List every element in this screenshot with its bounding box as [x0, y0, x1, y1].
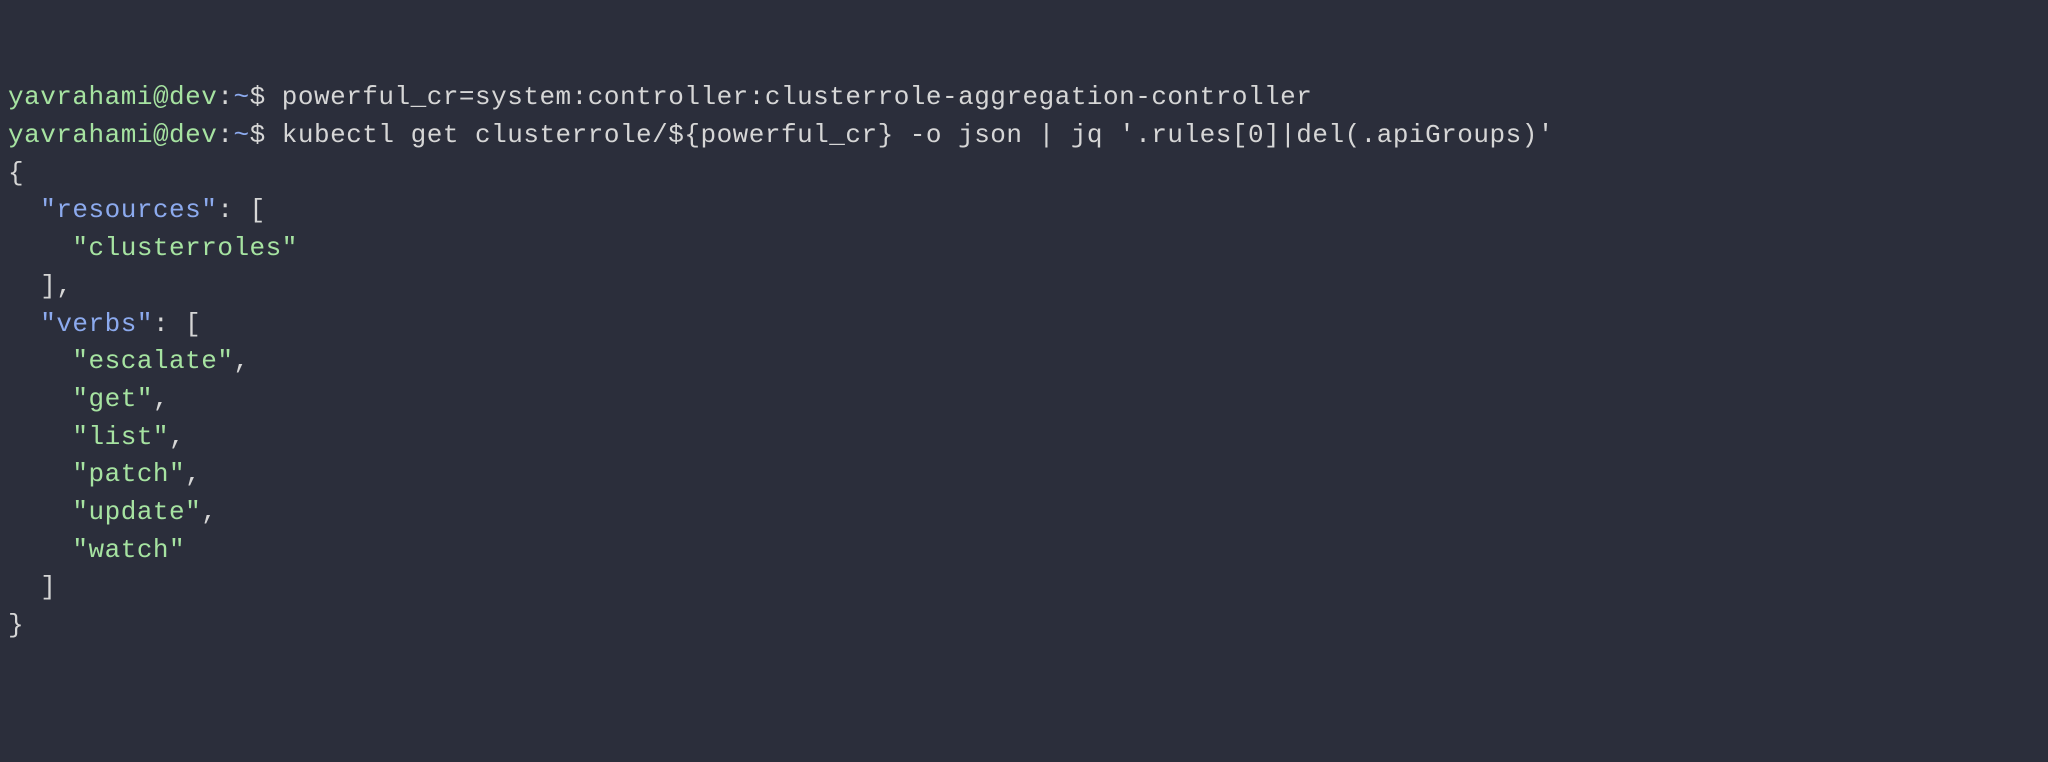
- json-resources-close: ],: [40, 271, 72, 301]
- command-1-text: powerful_cr=system:controller:clusterrol…: [282, 82, 1313, 112]
- prompt-symbol: $: [250, 82, 266, 112]
- prompt-host: dev: [169, 120, 217, 150]
- json-val-resources-0: "clusterroles": [72, 233, 297, 263]
- command-2: [266, 120, 282, 150]
- json-comma: ,: [233, 346, 249, 376]
- prompt-colon: :: [217, 82, 233, 112]
- terminal-output: yavrahami@dev:~$ powerful_cr=system:cont…: [8, 79, 2040, 644]
- json-punct: : [: [153, 309, 201, 339]
- prompt-colon: :: [217, 120, 233, 150]
- json-key-verbs: "verbs": [40, 309, 153, 339]
- json-val-verbs-4: "update": [72, 497, 201, 527]
- json-val-verbs-3: "patch": [72, 459, 185, 489]
- json-val-verbs-1: "get": [72, 384, 153, 414]
- prompt-user: yavrahami: [8, 82, 153, 112]
- prompt-at: @: [153, 82, 169, 112]
- json-val-verbs-0: "escalate": [72, 346, 233, 376]
- prompt-line-2[interactable]: yavrahami@dev:~$ kubectl get clusterrole…: [8, 120, 1554, 150]
- prompt-at: @: [153, 120, 169, 150]
- json-comma: ,: [153, 384, 169, 414]
- json-punct: : [: [217, 195, 265, 225]
- prompt-line-1[interactable]: yavrahami@dev:~$ powerful_cr=system:cont…: [8, 82, 1312, 112]
- prompt-symbol: $: [250, 120, 266, 150]
- prompt-host: dev: [169, 82, 217, 112]
- command-2-text: kubectl get clusterrole/${powerful_cr} -…: [282, 120, 1554, 150]
- prompt-path: ~: [233, 82, 249, 112]
- json-open-brace: {: [8, 158, 24, 188]
- json-val-verbs-2: "list": [72, 422, 169, 452]
- json-close-brace: }: [8, 610, 24, 640]
- prompt-user: yavrahami: [8, 120, 153, 150]
- json-verbs-close: ]: [40, 572, 56, 602]
- json-comma: ,: [201, 497, 217, 527]
- json-key-resources: "resources": [40, 195, 217, 225]
- json-comma: ,: [169, 422, 185, 452]
- json-val-verbs-5: "watch": [72, 535, 185, 565]
- command-1: [266, 82, 282, 112]
- json-comma: ,: [185, 459, 201, 489]
- prompt-path: ~: [233, 120, 249, 150]
